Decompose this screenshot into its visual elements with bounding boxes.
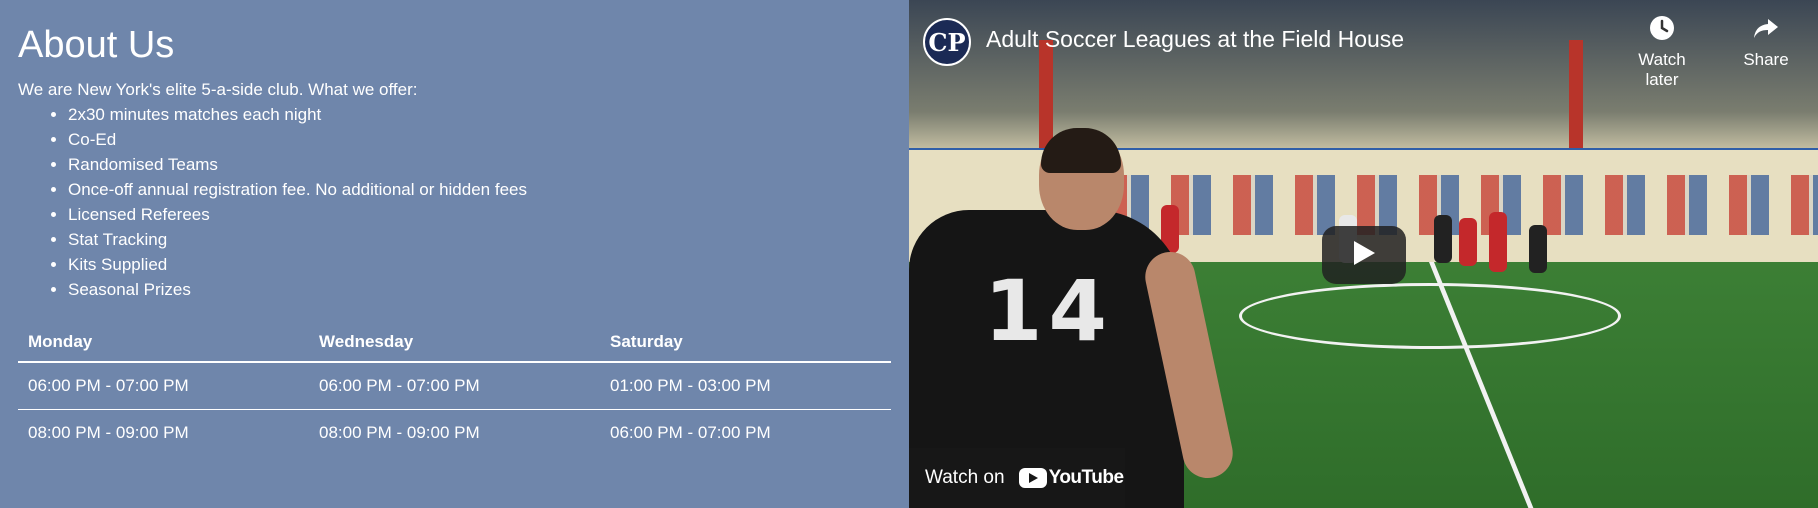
video-embed[interactable]: 14 CP Adult Soccer Leagues at the Field … xyxy=(909,0,1818,508)
scene-player xyxy=(1459,218,1477,266)
play-icon xyxy=(1351,239,1377,272)
intro-text: We are New York's elite 5-a-side club. W… xyxy=(18,80,418,99)
offers-list: 2x30 minutes matches each night Co-Ed Ra… xyxy=(18,102,891,302)
scene-player xyxy=(1434,215,1452,263)
table-header-row: Monday Wednesday Saturday xyxy=(18,323,891,363)
scene-player xyxy=(1489,212,1507,272)
youtube-logo: YouTube xyxy=(1018,467,1124,489)
watch-later-button[interactable]: Watch later xyxy=(1620,14,1704,90)
table-cell: 06:00 PM - 07:00 PM xyxy=(18,362,309,410)
scene-player xyxy=(1529,225,1547,273)
list-item: Kits Supplied xyxy=(68,252,891,277)
share-arrow-icon xyxy=(1724,14,1808,50)
list-item: Licensed Referees xyxy=(68,202,891,227)
column-header-saturday: Saturday xyxy=(600,323,891,363)
list-item: Seasonal Prizes xyxy=(68,277,891,302)
list-item: 2x30 minutes matches each night xyxy=(68,102,891,127)
about-section: About Us We are New York's elite 5-a-sid… xyxy=(0,0,909,508)
table-cell: 06:00 PM - 07:00 PM xyxy=(309,362,600,410)
table-cell: 08:00 PM - 09:00 PM xyxy=(28,423,189,442)
watch-on-youtube-button[interactable]: Watch on YouTube xyxy=(909,448,1125,508)
column-header-monday: Monday xyxy=(18,323,309,363)
jersey-number: 14 xyxy=(984,262,1113,360)
youtube-label: YouTube xyxy=(1048,467,1124,488)
list-item: Once-off annual registration fee. No add… xyxy=(68,177,891,202)
list-item: Co-Ed xyxy=(68,127,891,152)
scene-center-circle xyxy=(1239,283,1621,349)
table-row: 06:00 PM - 07:00 PM 06:00 PM - 07:00 PM … xyxy=(18,362,891,410)
page-title: About Us xyxy=(18,24,175,66)
schedule-table: Monday Wednesday Saturday 06:00 PM - 07:… xyxy=(18,323,891,456)
share-label: Share xyxy=(1743,50,1789,69)
youtube-logo-icon xyxy=(1018,468,1047,488)
list-item: Randomised Teams xyxy=(68,152,891,177)
video-title[interactable]: Adult Soccer Leagues at the Field House xyxy=(986,26,1404,53)
watch-later-label: Watch later xyxy=(1638,50,1686,89)
scene-player-hair xyxy=(1041,128,1121,173)
column-header-wednesday: Wednesday xyxy=(309,323,600,363)
play-button[interactable] xyxy=(1322,226,1406,284)
clock-icon xyxy=(1620,14,1704,50)
table-cell: 06:00 PM - 07:00 PM xyxy=(610,423,771,442)
table-cell: 01:00 PM - 03:00 PM xyxy=(600,362,891,410)
share-button[interactable]: Share xyxy=(1724,14,1808,70)
list-item: Stat Tracking xyxy=(68,227,891,252)
channel-logo[interactable]: CP xyxy=(923,18,971,66)
table-cell: 08:00 PM - 09:00 PM xyxy=(319,423,480,442)
watch-on-label: Watch on xyxy=(925,467,1005,488)
table-row: 08:00 PM - 09:00 PM 08:00 PM - 09:00 PM … xyxy=(18,410,891,457)
